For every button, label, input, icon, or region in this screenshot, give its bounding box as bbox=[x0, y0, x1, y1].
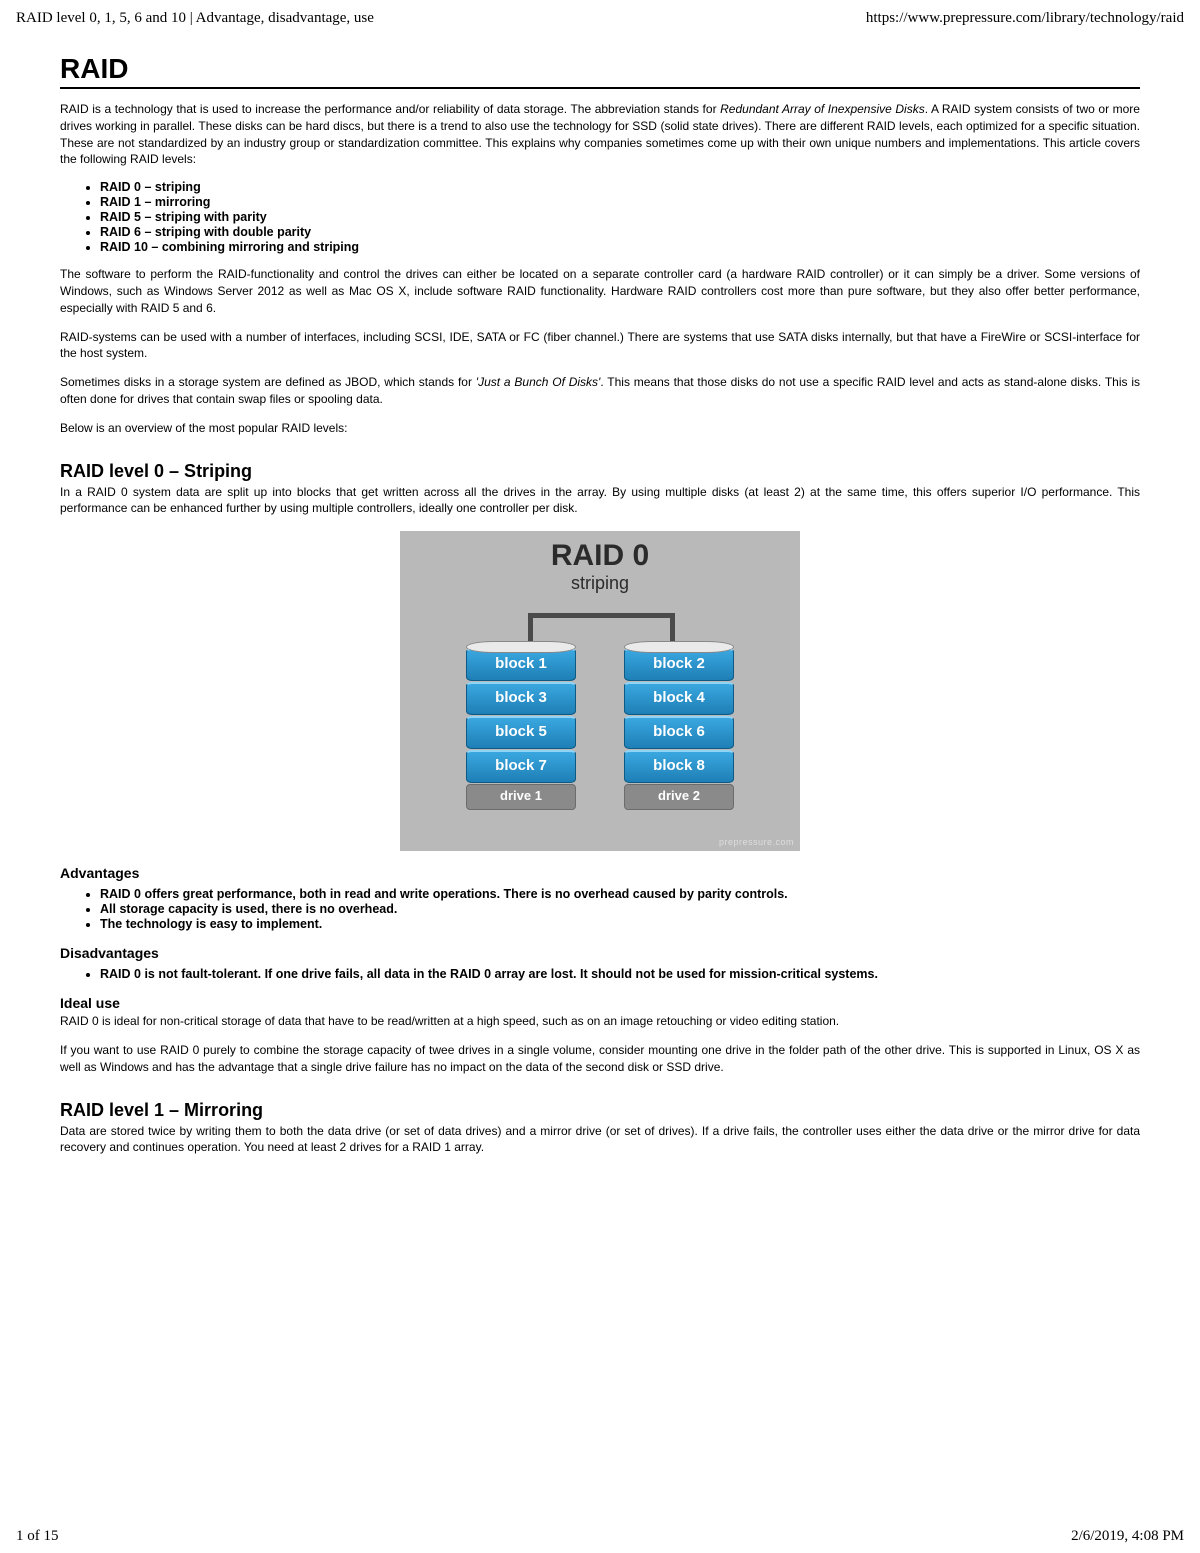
disadvantages-list: RAID 0 is not fault-tolerant. If one dri… bbox=[100, 967, 1140, 981]
diagram-connector bbox=[528, 613, 675, 618]
raid0-description: In a RAID 0 system data are split up int… bbox=[60, 484, 1140, 518]
level-item: RAID 10 – combining mirroring and stripi… bbox=[100, 240, 1140, 254]
disk-block: block 7 bbox=[466, 750, 576, 783]
paragraph-3: RAID-systems can be used with a number o… bbox=[60, 329, 1140, 363]
ideal-use-heading: Ideal use bbox=[60, 995, 1140, 1011]
intro-text-a: RAID is a technology that is used to inc… bbox=[60, 102, 720, 116]
raid1-heading: RAID level 1 – Mirroring bbox=[60, 1100, 1140, 1121]
disk-block: block 2 bbox=[624, 648, 734, 681]
diagram-subtitle: striping bbox=[400, 573, 800, 594]
paragraph-4: Sometimes disks in a storage system are … bbox=[60, 374, 1140, 408]
raid1-description: Data are stored twice by writing them to… bbox=[60, 1123, 1140, 1157]
diagram-drive-1: block 1 block 3 block 5 block 7 drive 1 bbox=[466, 641, 576, 810]
raid-levels-list: RAID 0 – striping RAID 1 – mirroring RAI… bbox=[100, 180, 1140, 254]
p4-a: Sometimes disks in a storage system are … bbox=[60, 375, 476, 389]
raid0-diagram: RAID 0 striping block 1 block 3 block 5 … bbox=[400, 531, 800, 851]
list-item: All storage capacity is used, there is n… bbox=[100, 902, 1140, 916]
list-item: The technology is easy to implement. bbox=[100, 917, 1140, 931]
list-item: RAID 0 offers great performance, both in… bbox=[100, 887, 1140, 901]
advantages-list: RAID 0 offers great performance, both in… bbox=[100, 887, 1140, 931]
drive-label: drive 1 bbox=[466, 784, 576, 810]
page-title-header: RAID level 0, 1, 5, 6 and 10 | Advantage… bbox=[16, 10, 374, 27]
level-item: RAID 5 – striping with parity bbox=[100, 210, 1140, 224]
page-datetime: 2/6/2019, 4:08 PM bbox=[1071, 1528, 1184, 1545]
page-url: https://www.prepressure.com/library/tech… bbox=[866, 10, 1184, 27]
intro-paragraph: RAID is a technology that is used to inc… bbox=[60, 101, 1140, 168]
disk-block: block 4 bbox=[624, 682, 734, 715]
page-number: 1 of 15 bbox=[16, 1528, 59, 1545]
p4-italic: 'Just a Bunch Of Disks' bbox=[476, 375, 601, 389]
level-item: RAID 6 – striping with double parity bbox=[100, 225, 1140, 239]
disk-block: block 6 bbox=[624, 716, 734, 749]
raid0-heading: RAID level 0 – Striping bbox=[60, 461, 1140, 482]
diagram-watermark: prepressure.com bbox=[719, 837, 794, 847]
article-title: RAID bbox=[60, 53, 1140, 89]
diagram-drive-2: block 2 block 4 block 6 block 8 drive 2 bbox=[624, 641, 734, 810]
disk-block: block 1 bbox=[466, 648, 576, 681]
paragraph-2: The software to perform the RAID-functio… bbox=[60, 266, 1140, 316]
level-item: RAID 1 – mirroring bbox=[100, 195, 1140, 209]
intro-italic: Redundant Array of Inexpensive Disks bbox=[720, 102, 925, 116]
level-item: RAID 0 – striping bbox=[100, 180, 1140, 194]
ideal-use-p1: RAID 0 is ideal for non-critical storage… bbox=[60, 1013, 1140, 1030]
list-item: RAID 0 is not fault-tolerant. If one dri… bbox=[100, 967, 1140, 981]
disk-block: block 8 bbox=[624, 750, 734, 783]
paragraph-5: Below is an overview of the most popular… bbox=[60, 420, 1140, 437]
disk-block: block 5 bbox=[466, 716, 576, 749]
drive-label: drive 2 bbox=[624, 784, 734, 810]
disk-block: block 3 bbox=[466, 682, 576, 715]
ideal-use-p2: If you want to use RAID 0 purely to comb… bbox=[60, 1042, 1140, 1076]
advantages-heading: Advantages bbox=[60, 865, 1140, 881]
diagram-title: RAID 0 bbox=[400, 531, 800, 571]
disadvantages-heading: Disadvantages bbox=[60, 945, 1140, 961]
